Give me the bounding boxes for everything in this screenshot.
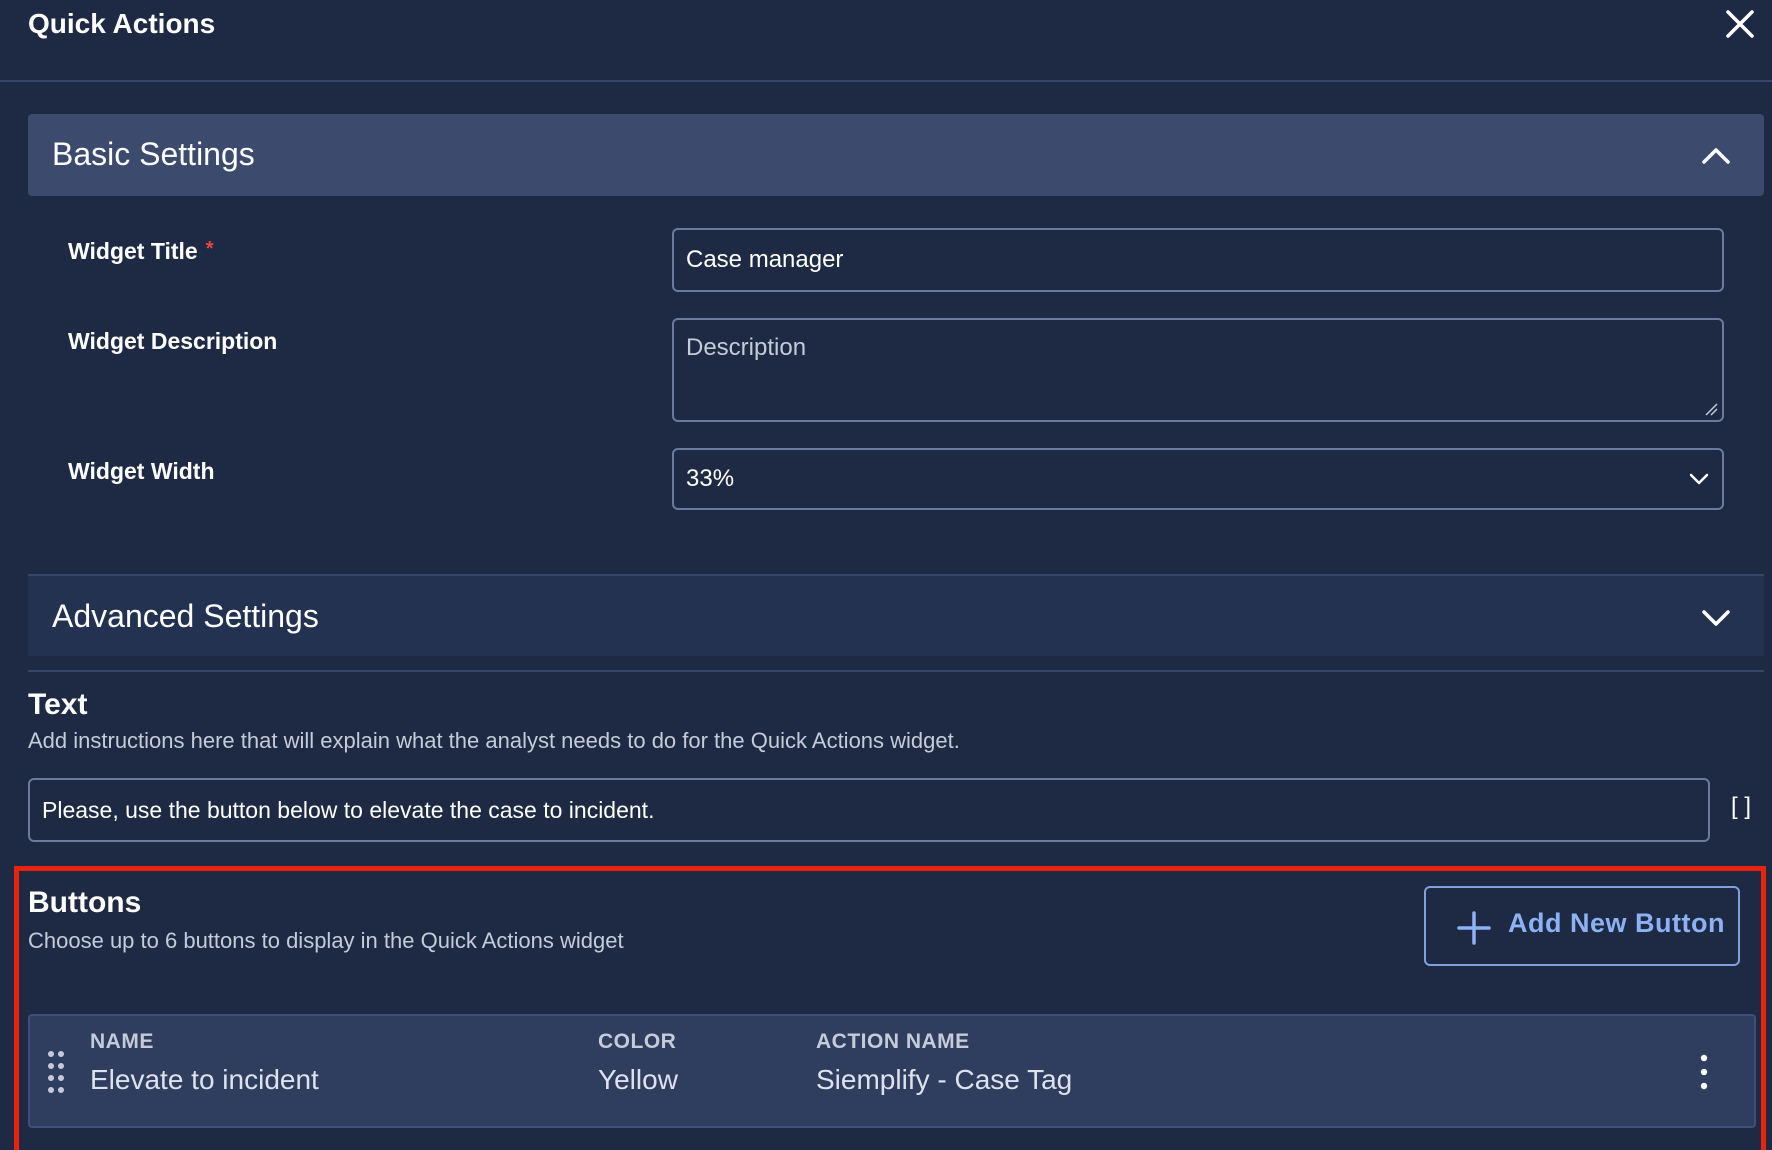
resize-grip-icon[interactable] [1704,402,1718,416]
widget-title-label-text: Widget Title [68,238,198,264]
more-options-icon[interactable] [1694,1052,1714,1092]
dialog-header: Quick Actions [0,0,1772,82]
name-column-header: NAME [90,1030,154,1053]
close-icon[interactable] [1722,6,1758,42]
widget-width-select[interactable]: 33% [672,448,1724,510]
button-action-value: Siemplify - Case Tag [816,1064,1073,1095]
advanced-settings-header[interactable]: Advanced Settings [28,574,1764,656]
color-column-header: COLOR [598,1030,677,1053]
chevron-down-icon[interactable] [1698,600,1734,636]
add-new-button[interactable]: Add New Button [1424,886,1740,966]
dialog-title: Quick Actions [28,8,216,39]
widget-title-label: Widget Title * [68,238,214,265]
widget-description-label: Widget Description [68,328,278,354]
button-color-value: Yellow [598,1064,678,1095]
add-new-button-label: Add New Button [1508,908,1725,938]
placeholder-brackets-icon[interactable]: [ ] [1726,792,1756,822]
widget-width-label: Widget Width [68,458,215,484]
action-name-column-header: ACTION NAME [816,1030,970,1053]
plus-icon [1457,911,1491,945]
text-section-description: Add instructions here that will explain … [28,728,960,753]
chevron-up-icon[interactable] [1698,138,1734,174]
section-divider [28,670,1764,672]
basic-settings-title: Basic Settings [52,136,255,172]
table-row[interactable]: NAME Elevate to incident COLOR Yellow AC… [28,1014,1756,1128]
instructions-text-input[interactable]: Please, use the button below to elevate … [28,778,1710,842]
description-placeholder: Description [686,334,807,361]
basic-settings-header[interactable]: Basic Settings [28,114,1764,196]
drag-handle-icon[interactable] [46,1050,66,1094]
required-mark: * [205,238,214,260]
widget-description-textarea[interactable]: Description [672,318,1724,422]
widget-title-input[interactable]: Case manager [672,228,1724,292]
buttons-section-heading: Buttons [28,886,142,919]
advanced-settings-title: Advanced Settings [52,598,319,634]
chevron-down-icon[interactable] [1686,466,1712,492]
text-section-heading: Text [28,688,88,721]
button-name-value: Elevate to incident [90,1064,319,1095]
buttons-section-description: Choose up to 6 buttons to display in the… [28,928,624,953]
